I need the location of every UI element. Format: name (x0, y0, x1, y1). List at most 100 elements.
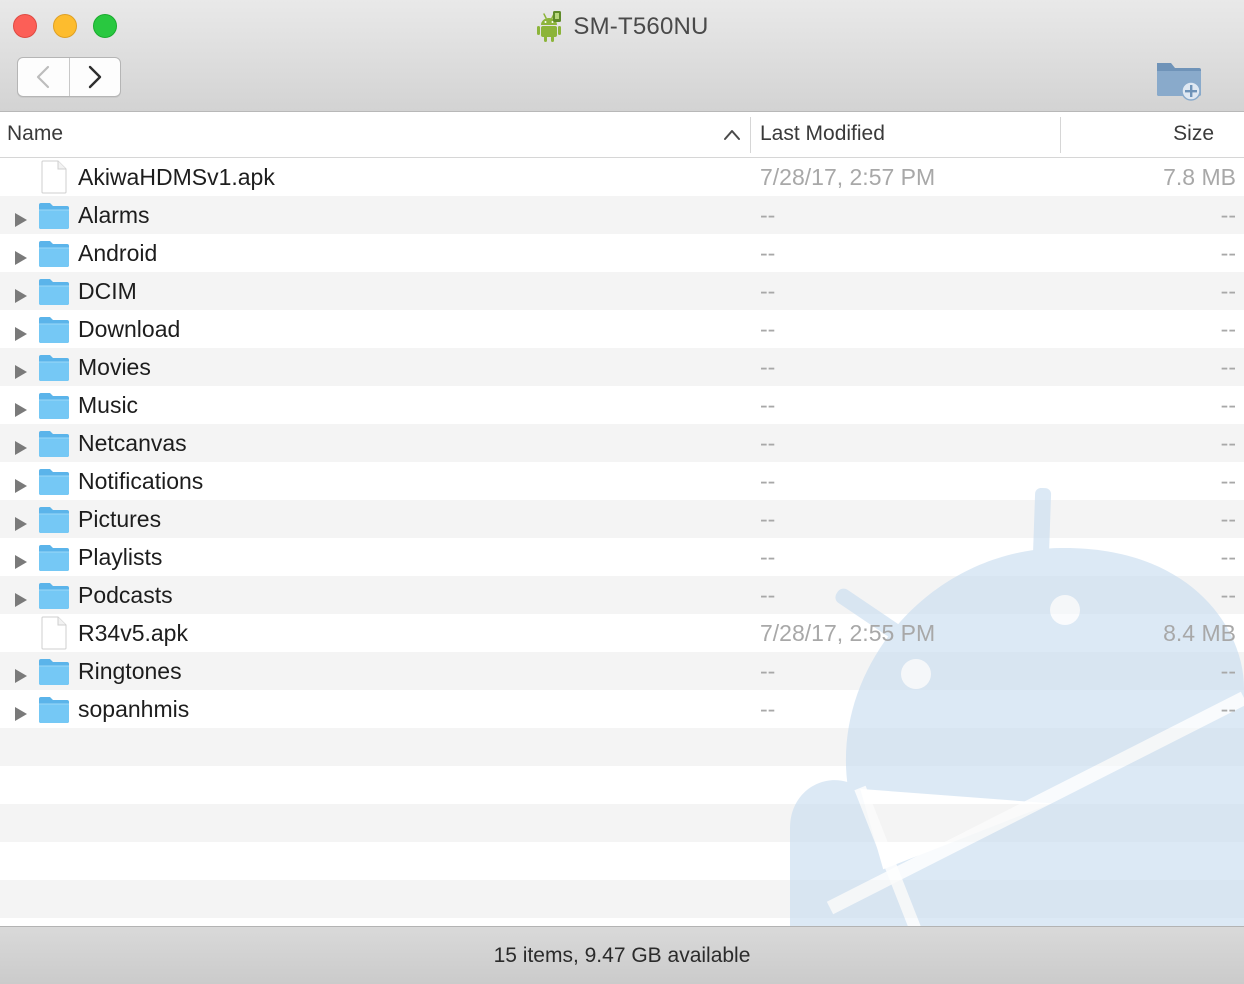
folder-icon (38, 694, 70, 724)
item-name: Download (78, 316, 181, 342)
column-size-header[interactable]: Size (1173, 113, 1214, 157)
disclosure-triangle-icon[interactable] (14, 435, 28, 455)
item-last-modified: -- (760, 392, 776, 418)
item-last-modified: -- (760, 582, 776, 608)
item-last-modified: -- (760, 354, 776, 380)
file-row[interactable]: R34v5.apk 7/28/17, 2:55 PM 8.4 MB (0, 614, 1244, 652)
item-name: AkiwaHDMSv1.apk (78, 164, 275, 190)
item-size: -- (1220, 354, 1236, 380)
item-name: Podcasts (78, 582, 173, 608)
forward-button[interactable] (70, 58, 121, 96)
item-size: -- (1220, 468, 1236, 494)
folder-row[interactable]: Android -- -- (0, 234, 1244, 272)
folder-row[interactable]: sopanhmis -- -- (0, 690, 1244, 728)
item-name: Movies (78, 354, 151, 380)
item-last-modified: -- (760, 696, 776, 722)
item-last-modified: -- (760, 468, 776, 494)
chevron-right-icon (88, 65, 101, 89)
item-last-modified: 7/28/17, 2:55 PM (760, 620, 936, 646)
disclosure-triangle-icon[interactable] (14, 549, 28, 569)
item-name: Pictures (78, 506, 162, 532)
item-name: DCIM (78, 278, 137, 304)
folder-icon (38, 390, 70, 420)
item-size: -- (1220, 316, 1236, 342)
item-size: -- (1220, 544, 1236, 570)
document-icon (40, 160, 68, 194)
new-folder-icon[interactable] (1153, 57, 1205, 101)
android-icon (537, 11, 562, 42)
item-name: sopanhmis (78, 696, 190, 722)
item-last-modified: -- (760, 658, 776, 684)
column-header: Name Last Modified Size (0, 113, 1244, 158)
item-last-modified: -- (760, 430, 776, 456)
folder-icon (38, 542, 70, 572)
disclosure-triangle-icon[interactable] (14, 359, 28, 379)
item-name: Playlists (78, 544, 163, 570)
column-divider[interactable] (750, 117, 751, 153)
item-name: Ringtones (78, 658, 182, 684)
disclosure-triangle-icon[interactable] (14, 283, 28, 303)
disclosure-triangle-icon[interactable] (14, 473, 28, 493)
disclosure-triangle-icon[interactable] (14, 511, 28, 531)
item-name: Alarms (78, 202, 150, 228)
item-size: 8.4 MB (1163, 620, 1236, 646)
folder-row[interactable]: Notifications -- -- (0, 462, 1244, 500)
column-divider[interactable] (1060, 117, 1061, 153)
item-size: -- (1220, 392, 1236, 418)
item-last-modified: -- (760, 202, 776, 228)
folder-row[interactable]: Alarms -- -- (0, 196, 1244, 234)
item-name: R34v5.apk (78, 620, 188, 646)
item-size: -- (1220, 240, 1236, 266)
folder-icon (38, 428, 70, 458)
item-size: 7.8 MB (1163, 164, 1236, 190)
status-text: 15 items, 9.47 GB available (493, 943, 751, 967)
finder-window: SM-T560NU Name Last Modified Size AkiwaH… (0, 0, 1244, 984)
file-row[interactable]: AkiwaHDMSv1.apk 7/28/17, 2:57 PM 7.8 MB (0, 158, 1244, 196)
item-size: -- (1220, 506, 1236, 532)
folder-row[interactable]: Playlists -- -- (0, 538, 1244, 576)
folder-row[interactable]: Ringtones -- -- (0, 652, 1244, 690)
navigation-buttons (17, 57, 121, 97)
disclosure-triangle-icon[interactable] (14, 587, 28, 607)
disclosure-triangle-icon[interactable] (14, 245, 28, 265)
disclosure-triangle-icon[interactable] (14, 663, 28, 683)
folder-row[interactable]: Music -- -- (0, 386, 1244, 424)
folder-row[interactable]: Download -- -- (0, 310, 1244, 348)
disclosure-triangle-icon[interactable] (14, 321, 28, 341)
folder-icon (38, 238, 70, 268)
column-name-header[interactable]: Name (7, 113, 63, 157)
column-modified-header[interactable]: Last Modified (760, 113, 885, 157)
item-last-modified: -- (760, 278, 776, 304)
disclosure-triangle-icon[interactable] (14, 701, 28, 721)
item-last-modified: -- (760, 316, 776, 342)
item-last-modified: 7/28/17, 2:57 PM (760, 164, 936, 190)
disclosure-triangle-icon[interactable] (14, 397, 28, 417)
item-name: Netcanvas (78, 430, 187, 456)
folder-row[interactable]: DCIM -- -- (0, 272, 1244, 310)
folder-row[interactable]: Movies -- -- (0, 348, 1244, 386)
file-list: AkiwaHDMSv1.apk 7/28/17, 2:57 PM 7.8 MB Al… (0, 158, 1244, 926)
item-size: -- (1220, 430, 1236, 456)
back-button[interactable] (18, 58, 70, 96)
folder-row[interactable]: Netcanvas -- -- (0, 424, 1244, 462)
file-rows: AkiwaHDMSv1.apk 7/28/17, 2:57 PM 7.8 MB Al… (0, 158, 1244, 728)
folder-icon (38, 580, 70, 610)
item-size: -- (1220, 658, 1236, 684)
item-size: -- (1220, 582, 1236, 608)
folder-icon (38, 276, 70, 306)
item-name: Music (78, 392, 139, 418)
chevron-up-icon[interactable] (722, 126, 742, 144)
document-icon (40, 616, 68, 650)
chevron-left-icon (37, 65, 50, 89)
folder-icon (38, 200, 70, 230)
disclosure-triangle-icon[interactable] (14, 207, 28, 227)
title-toolbar: SM-T560NU (0, 0, 1244, 112)
item-name: Android (78, 240, 158, 266)
item-size: -- (1220, 278, 1236, 304)
item-last-modified: -- (760, 544, 776, 570)
item-name: Notifications (78, 468, 204, 494)
folder-row[interactable]: Pictures -- -- (0, 500, 1244, 538)
folder-row[interactable]: Podcasts -- -- (0, 576, 1244, 614)
window-title: SM-T560NU (573, 13, 709, 40)
item-size: -- (1220, 696, 1236, 722)
